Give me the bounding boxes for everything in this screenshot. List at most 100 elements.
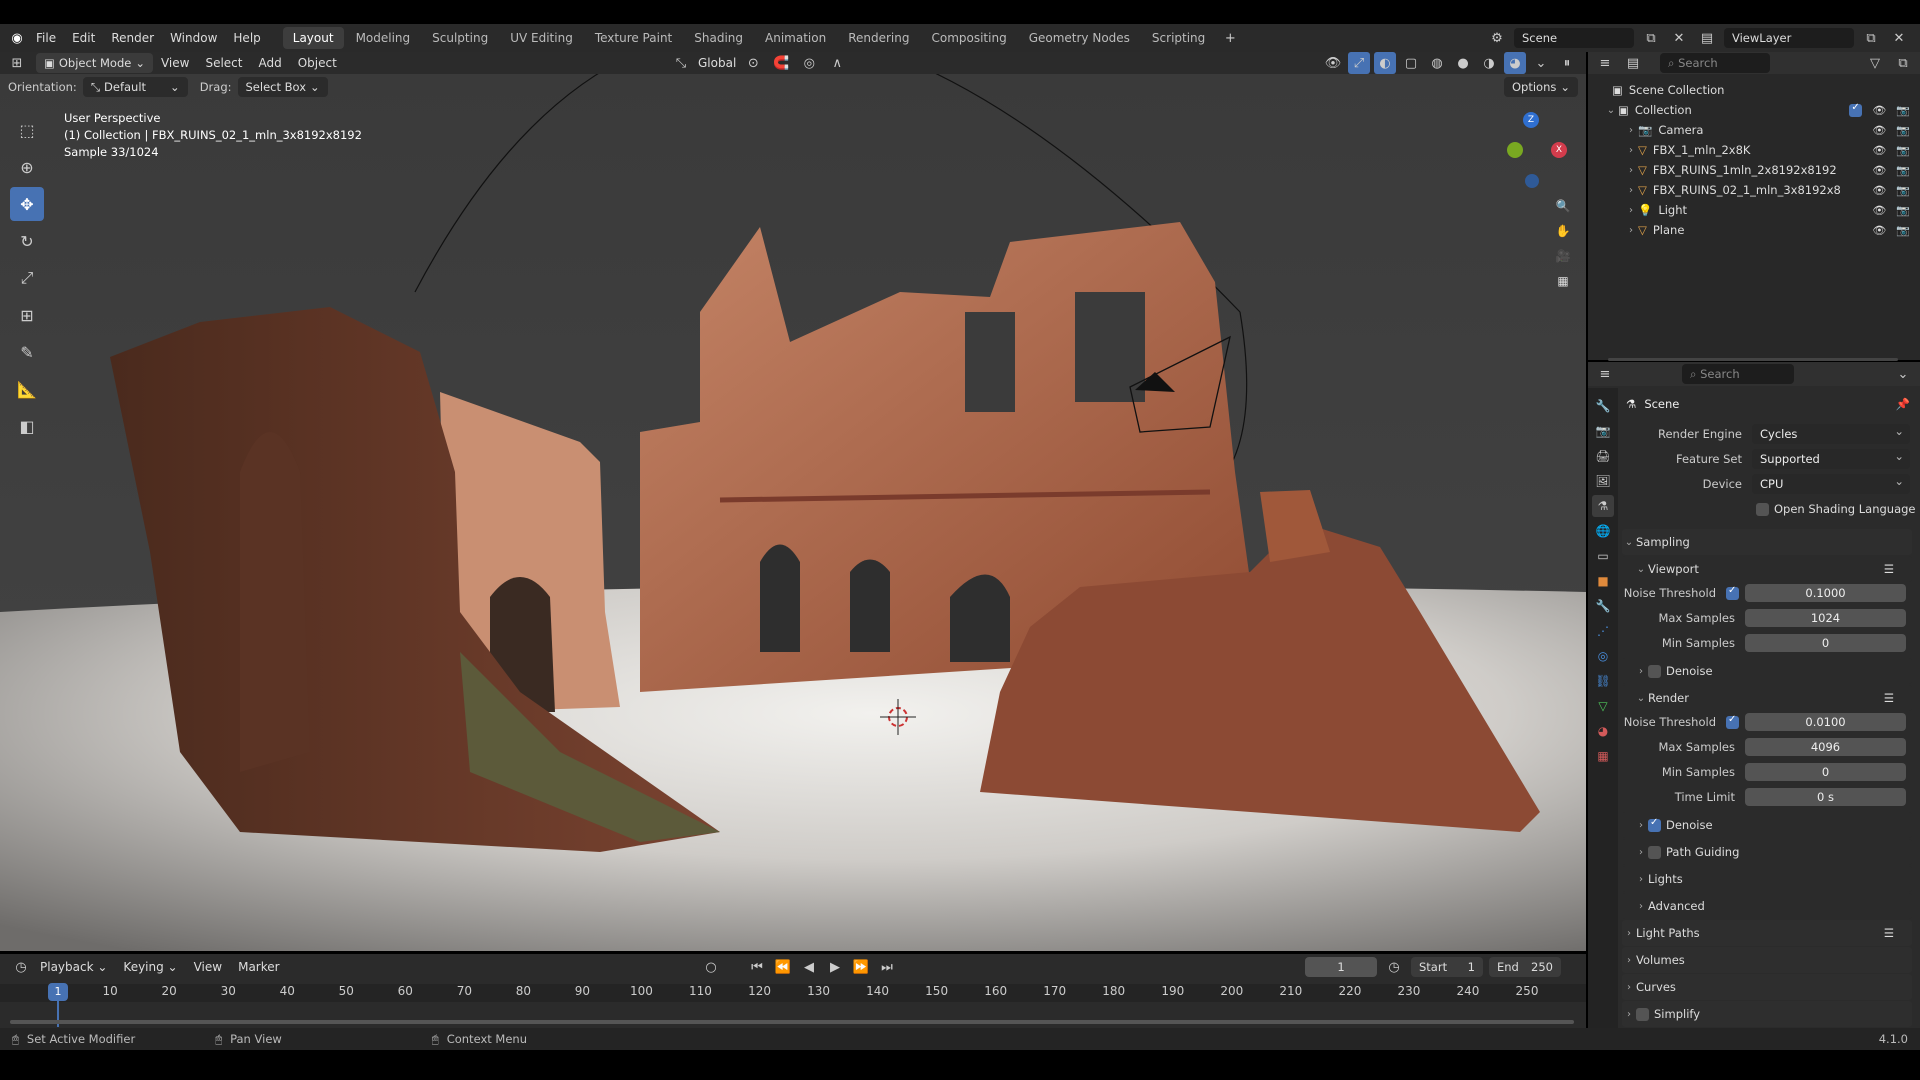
workspace-tab-modeling[interactable]: Modeling: [346, 27, 421, 49]
workspace-tab-uv-editing[interactable]: UV Editing: [500, 27, 583, 49]
light-paths-panel[interactable]: › Light Paths ☰: [1622, 920, 1912, 946]
drag-dropdown[interactable]: Select Box ⌄: [237, 77, 328, 97]
device-dropdown[interactable]: CPU: [1752, 471, 1910, 494]
jump-start-icon[interactable]: ⏮: [746, 956, 768, 978]
gizmo-x-axis[interactable]: X: [1551, 142, 1567, 158]
constraints-tab-icon[interactable]: ⛓: [1592, 670, 1614, 692]
render-camera-icon[interactable]: 📷: [1896, 104, 1910, 117]
material-shading-icon[interactable]: ◑: [1478, 52, 1500, 74]
render-camera-icon[interactable]: 📷: [1896, 204, 1910, 217]
collapsed-arrow-icon[interactable]: ›: [1624, 205, 1638, 216]
properties-editor-type-icon[interactable]: ≡: [1594, 363, 1616, 385]
blender-logo-icon[interactable]: ◉: [6, 27, 28, 49]
menu-render[interactable]: Render: [103, 25, 162, 51]
viewport-denoise-subpanel[interactable]: › Denoise: [1622, 658, 1912, 684]
osl-checkbox[interactable]: [1756, 502, 1769, 516]
gizmo-toggle-icon[interactable]: ⤢: [1348, 52, 1370, 74]
play-reverse-icon[interactable]: ◀: [798, 956, 820, 978]
rotate-tool-icon[interactable]: ↻: [10, 224, 44, 258]
gizmo-y-axis[interactable]: [1507, 142, 1523, 158]
render-camera-icon[interactable]: 📷: [1896, 124, 1910, 137]
start-frame-field[interactable]: Start 1: [1411, 957, 1483, 977]
add-cube-tool-icon[interactable]: ◧: [10, 409, 44, 443]
rendered-shading-icon[interactable]: ◕: [1504, 52, 1526, 74]
new-collection-icon[interactable]: ⧉: [1892, 52, 1914, 74]
timeline-view-menu[interactable]: View: [186, 954, 230, 980]
delete-viewlayer-icon[interactable]: ✕: [1888, 27, 1910, 49]
render-camera-icon[interactable]: 📷: [1896, 184, 1910, 197]
modifier-tab-icon[interactable]: 🔧: [1592, 595, 1614, 617]
simplify-panel[interactable]: › Simplify: [1622, 1001, 1912, 1027]
cursor-tool-icon[interactable]: ⊕: [10, 150, 44, 184]
navigation-gizmo[interactable]: Z X: [1495, 112, 1575, 192]
scene-name-field[interactable]: Scene: [1514, 28, 1634, 48]
auto-keying-icon[interactable]: ○: [700, 956, 722, 978]
eye-icon[interactable]: 👁: [1872, 224, 1886, 237]
add-workspace-icon[interactable]: +: [1219, 27, 1241, 49]
menu-file[interactable]: File: [28, 25, 64, 51]
scene-collection-row[interactable]: ▣ Scene Collection: [1588, 80, 1920, 100]
overlay-toggle-icon[interactable]: ◐: [1374, 52, 1396, 74]
current-frame-field[interactable]: 1: [1305, 957, 1377, 977]
volumes-panel[interactable]: › Volumes: [1622, 947, 1912, 973]
workspace-tab-scripting[interactable]: Scripting: [1142, 27, 1215, 49]
camera-view-icon[interactable]: 🎥: [1552, 245, 1574, 267]
transform-orientation-label[interactable]: Global: [698, 56, 736, 70]
transform-orientation-icon[interactable]: ⤡: [670, 52, 692, 74]
collapsed-arrow-icon[interactable]: ›: [1624, 225, 1638, 236]
simplify-checkbox[interactable]: [1636, 1007, 1649, 1021]
workspace-tab-sculpting[interactable]: Sculpting: [422, 27, 498, 49]
pivot-icon[interactable]: ⊙: [742, 52, 764, 74]
snap-icon[interactable]: 🧲: [770, 52, 792, 74]
render-subpanel-header[interactable]: ⌄ Render ☰: [1622, 685, 1912, 711]
jump-keyframe-forward-icon[interactable]: ⏩: [850, 956, 872, 978]
viewlayer-field[interactable]: ViewLayer: [1724, 28, 1854, 48]
transform-tool-icon[interactable]: ⊞: [10, 298, 44, 332]
gizmo-z-axis[interactable]: Z: [1523, 112, 1539, 128]
physics-tab-icon[interactable]: ◎: [1592, 645, 1614, 667]
collapsed-arrow-icon[interactable]: ›: [1624, 125, 1638, 136]
eye-icon[interactable]: 👁: [1872, 124, 1886, 137]
falloff-icon[interactable]: ∧: [826, 52, 848, 74]
playhead[interactable]: 1: [48, 983, 68, 1001]
collection-include-checkbox[interactable]: [1849, 102, 1863, 117]
pan-hand-icon[interactable]: ✋: [1552, 220, 1574, 242]
curves-panel[interactable]: › Curves: [1622, 974, 1912, 1000]
select-box-tool-icon[interactable]: ⬚: [10, 113, 44, 147]
render-camera-icon[interactable]: 📷: [1896, 164, 1910, 177]
path-guiding-subpanel[interactable]: › Path Guiding: [1622, 839, 1912, 865]
eye-icon[interactable]: 👁: [1872, 104, 1886, 117]
advanced-subpanel[interactable]: › Advanced: [1622, 893, 1912, 919]
pin-icon[interactable]: 📌: [1896, 397, 1910, 411]
mode-dropdown[interactable]: ▣ Object Mode ⌄: [36, 53, 153, 73]
options-dropdown[interactable]: Options ⌄: [1503, 77, 1578, 97]
menu-window[interactable]: Window: [162, 25, 225, 51]
viewlayer-icon[interactable]: ▤: [1696, 27, 1718, 49]
object-tab-icon[interactable]: ■: [1592, 570, 1614, 592]
outliner-item[interactable]: › ▽ FBX_1_mln_2x8K 👁 📷: [1588, 140, 1920, 160]
scene-tab-icon[interactable]: ⚗: [1592, 495, 1614, 517]
menu-select[interactable]: Select: [197, 52, 250, 76]
eye-icon[interactable]: 👁: [1872, 164, 1886, 177]
menu-help[interactable]: Help: [225, 25, 268, 51]
solid-shading-icon[interactable]: ●: [1452, 52, 1474, 74]
jump-end-icon[interactable]: ⏭: [876, 956, 898, 978]
data-tab-icon[interactable]: ▽: [1592, 695, 1614, 717]
viewport-min-samples-field[interactable]: 0: [1745, 634, 1906, 652]
view-layer-tab-icon[interactable]: 🖼: [1592, 470, 1614, 492]
new-viewlayer-icon[interactable]: ⧉: [1860, 27, 1882, 49]
viewport-noise-threshold-field[interactable]: 0.1000: [1745, 584, 1906, 602]
viewport-subpanel-header[interactable]: ⌄ Viewport ☰: [1622, 556, 1912, 582]
world-tab-icon[interactable]: 🌐: [1592, 520, 1614, 542]
menu-edit[interactable]: Edit: [64, 25, 103, 51]
output-tab-icon[interactable]: 🖨: [1592, 445, 1614, 467]
workspace-tab-geometry-nodes[interactable]: Geometry Nodes: [1019, 27, 1140, 49]
render-camera-icon[interactable]: 📷: [1896, 144, 1910, 157]
render-min-samples-field[interactable]: 0: [1745, 763, 1906, 781]
orientation-dropdown[interactable]: ⤡ Default ⌄: [82, 77, 188, 97]
clock-icon[interactable]: ◷: [1383, 956, 1405, 978]
measure-tool-icon[interactable]: 📐: [10, 372, 44, 406]
viewport-denoise-checkbox[interactable]: [1648, 664, 1661, 678]
pause-render-icon[interactable]: ⏸: [1556, 52, 1578, 74]
eye-icon[interactable]: 👁: [1872, 144, 1886, 157]
